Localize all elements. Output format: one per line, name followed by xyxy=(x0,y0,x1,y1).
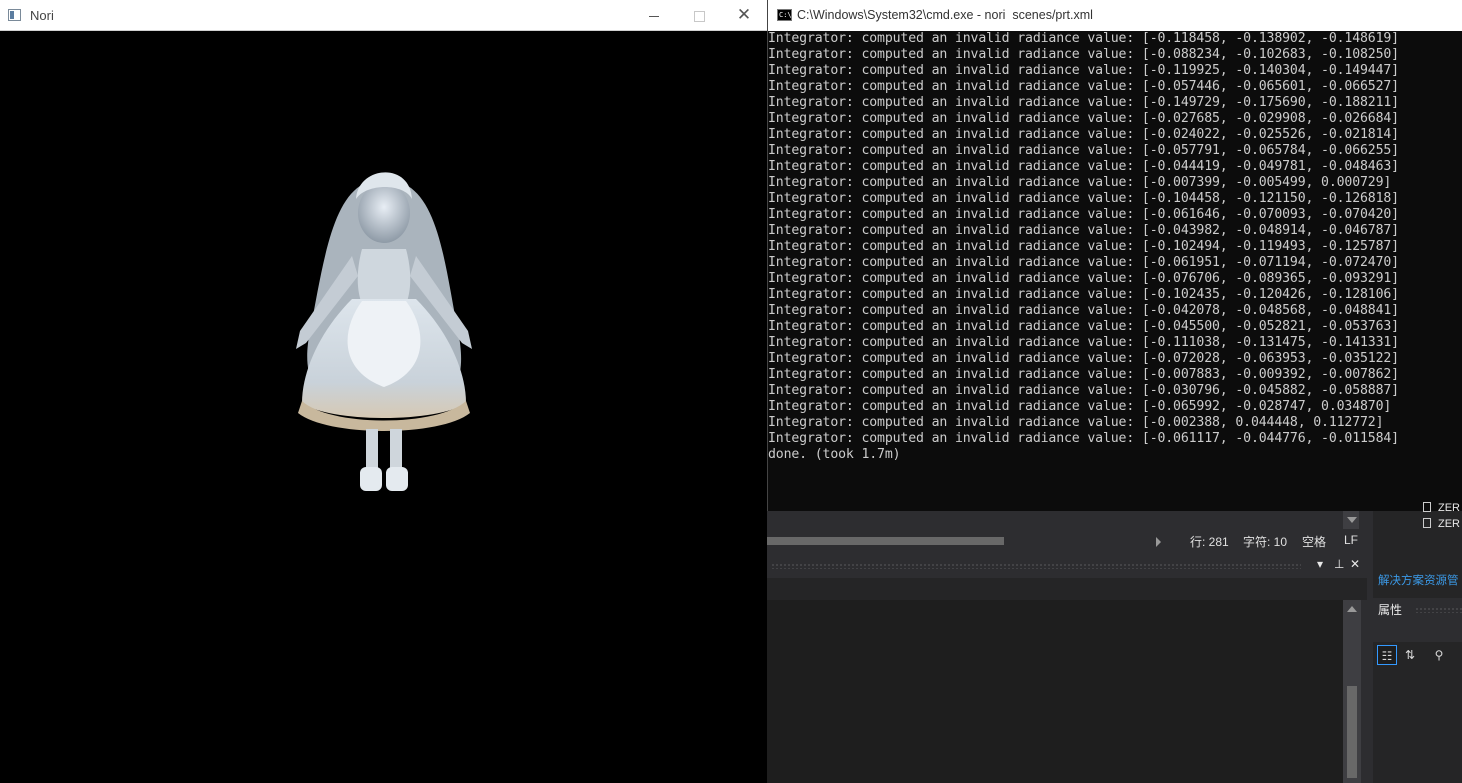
properties-grip[interactable] xyxy=(1415,607,1462,613)
console-line: Integrator: computed an invalid radiance… xyxy=(768,47,1399,62)
solution-item[interactable]: ZER xyxy=(1423,518,1460,530)
console-line: done. (took 1.7m) xyxy=(768,447,901,462)
close-button[interactable]: ✕ xyxy=(721,0,767,30)
console-line: Integrator: computed an invalid radiance… xyxy=(768,415,1384,430)
console-line: Integrator: computed an invalid radiance… xyxy=(768,95,1399,110)
nori-window: Nori ✕ xyxy=(0,0,767,783)
console-line: Integrator: computed an invalid radiance… xyxy=(768,159,1399,174)
render-canvas xyxy=(296,172,472,491)
alphabetical-sort-icon[interactable]: ⇅ xyxy=(1400,645,1420,665)
character-model xyxy=(296,172,472,491)
status-indent[interactable]: 空格 xyxy=(1302,533,1326,550)
nori-window-title: Nori xyxy=(30,8,54,23)
side-panels: ZER ZER 解决方案资源管 属性 ☷ ⇅ ⚲ xyxy=(1373,502,1462,783)
console-output[interactable]: Integrator: computed an invalid radiance… xyxy=(768,31,1462,511)
console-line: Integrator: computed an invalid radiance… xyxy=(768,143,1399,158)
cmd-titlebar[interactable]: C:\ C:\Windows\System32\cmd.exe - nori s… xyxy=(768,0,1462,31)
console-line: Integrator: computed an invalid radiance… xyxy=(768,223,1399,238)
panel-close-icon[interactable]: ✕ xyxy=(1350,557,1360,571)
console-line: Integrator: computed an invalid radiance… xyxy=(768,63,1399,78)
console-line: Integrator: computed an invalid radiance… xyxy=(768,175,1392,190)
console-line: Integrator: computed an invalid radiance… xyxy=(768,111,1399,126)
output-panel-header: ▾ ⊥ ✕ xyxy=(767,556,1373,576)
panel-grip[interactable] xyxy=(771,563,1301,569)
console-line: Integrator: computed an invalid radiance… xyxy=(768,303,1399,318)
console-line: Integrator: computed an invalid radiance… xyxy=(768,79,1399,94)
console-line: Integrator: computed an invalid radiance… xyxy=(768,207,1399,222)
tab-solution-explorer[interactable]: 解决方案资源管 xyxy=(1378,572,1459,588)
status-char[interactable]: 字符: 10 xyxy=(1243,533,1287,550)
scroll-right-icon[interactable] xyxy=(1156,537,1161,547)
cmd-window: C:\ C:\Windows\System32\cmd.exe - nori s… xyxy=(767,0,1462,511)
minimize-button[interactable] xyxy=(631,0,677,30)
console-line: Integrator: computed an invalid radiance… xyxy=(768,319,1399,334)
chevron-up-icon[interactable] xyxy=(1347,606,1357,612)
status-line[interactable]: 行: 281 xyxy=(1190,533,1229,550)
console-line: Integrator: computed an invalid radiance… xyxy=(768,271,1399,286)
vertical-scrollbar[interactable] xyxy=(1343,600,1361,783)
console-line: Integrator: computed an invalid radiance… xyxy=(768,239,1399,254)
chevron-down-icon xyxy=(1347,517,1357,523)
horizontal-scrollbar[interactable] xyxy=(767,533,1167,547)
properties-toolbar xyxy=(1373,620,1462,642)
close-icon: ✕ xyxy=(736,5,752,24)
console-line: Integrator: computed an invalid radiance… xyxy=(768,287,1399,302)
editor-status-bar: 行: 281 字符: 10 空格 LF xyxy=(767,529,1373,552)
file-icon xyxy=(1423,502,1431,512)
file-icon xyxy=(1423,518,1431,528)
output-panel-toolbar xyxy=(767,578,1373,600)
categorized-icon[interactable]: ☷ xyxy=(1377,645,1397,665)
status-eol[interactable]: LF xyxy=(1344,533,1358,547)
horizontal-scroll-thumb[interactable] xyxy=(767,537,1004,545)
console-line: Integrator: computed an invalid radiance… xyxy=(768,367,1399,382)
maximize-icon xyxy=(693,10,705,22)
panel-dropdown-icon[interactable]: ▾ xyxy=(1317,557,1323,571)
console-line: Integrator: computed an invalid radiance… xyxy=(768,31,1399,46)
ide-window: 行: 281 字符: 10 空格 LF ▾ ⊥ ✕ ZER ZER 解决方案资源… xyxy=(767,502,1462,783)
nori-titlebar[interactable]: Nori ✕ xyxy=(0,0,767,31)
cmd-app-icon: C:\ xyxy=(777,9,792,21)
console-line: Integrator: computed an invalid radiance… xyxy=(768,431,1399,446)
maximize-button[interactable] xyxy=(676,0,722,30)
solution-item-partial[interactable]: ZER xyxy=(1423,502,1460,514)
vertical-scroll-thumb[interactable] xyxy=(1347,686,1357,778)
console-line: Integrator: computed an invalid radiance… xyxy=(768,335,1399,350)
cmd-window-title: C:\Windows\System32\cmd.exe - nori scene… xyxy=(797,8,1093,22)
property-pages-icon[interactable]: ⚲ xyxy=(1429,645,1449,665)
console-line: Integrator: computed an invalid radiance… xyxy=(768,255,1399,270)
editor-scroll-down[interactable] xyxy=(1343,511,1359,529)
console-line: Integrator: computed an invalid radiance… xyxy=(768,127,1399,142)
console-line: Integrator: computed an invalid radiance… xyxy=(768,399,1392,414)
minimize-icon xyxy=(649,15,659,17)
pin-icon[interactable]: ⊥ xyxy=(1334,557,1344,571)
nori-app-icon xyxy=(8,9,21,21)
console-line: Integrator: computed an invalid radiance… xyxy=(768,191,1399,206)
console-line: Integrator: computed an invalid radiance… xyxy=(768,351,1399,366)
properties-title: 属性 xyxy=(1378,603,1403,617)
console-line: Integrator: computed an invalid radiance… xyxy=(768,383,1399,398)
output-area[interactable] xyxy=(767,600,1343,783)
